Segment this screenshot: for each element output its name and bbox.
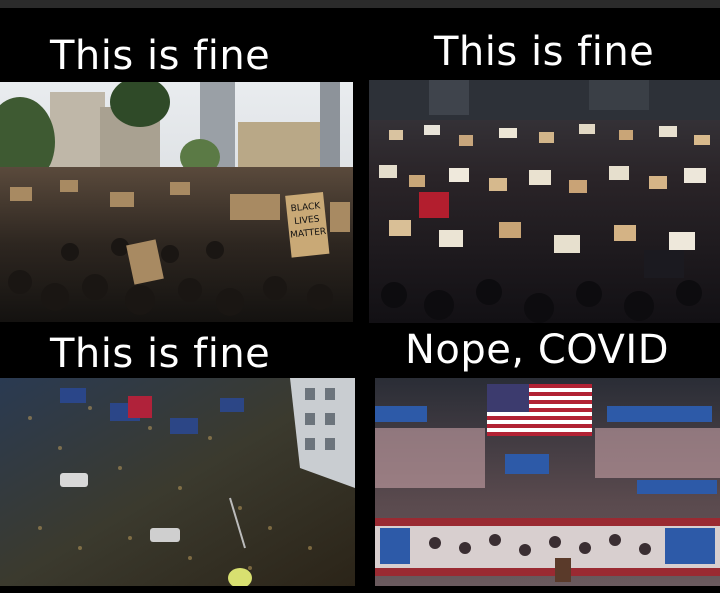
top-border [0, 0, 720, 8]
caption-top-right: This is fine [434, 29, 655, 75]
caption-top-left: This is fine [50, 33, 271, 79]
caption-bottom-left: This is fine [50, 331, 271, 377]
photo-aerial-crowd [0, 378, 355, 586]
caption-bottom-right: Nope, COVID [405, 327, 669, 373]
us-flag [487, 384, 592, 436]
photo-placard-protest [369, 80, 720, 323]
photo-street-protest: BLACK LIVES MATTER [0, 82, 353, 322]
photo-indoor-rally [375, 378, 720, 586]
blm-sign: BLACK LIVES MATTER [285, 191, 330, 258]
meme-image: This is fine This is fine This is fine N… [0, 0, 720, 593]
